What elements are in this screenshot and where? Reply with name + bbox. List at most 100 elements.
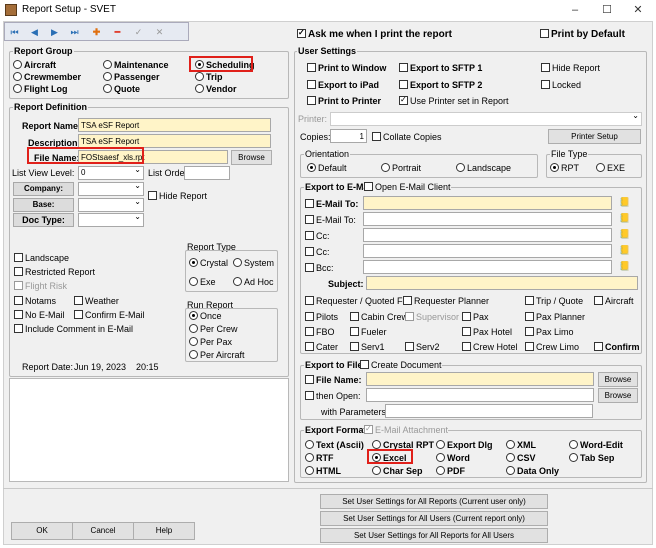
radio-orient-portrait[interactable]: Portrait <box>381 163 421 173</box>
radio-per-crew[interactable]: Per Crew <box>189 324 238 334</box>
no-email-checkbox[interactable]: No E-Mail <box>14 310 65 320</box>
cb-confirm[interactable]: Confirm <box>594 342 640 352</box>
flight-risk-checkbox[interactable]: Flight Risk <box>14 281 67 291</box>
cc1-checkbox[interactable]: Cc: <box>305 231 330 241</box>
cb-fbo[interactable]: FBO <box>305 327 335 337</box>
delete-icon[interactable]: ━ <box>110 25 125 39</box>
print-window-checkbox[interactable]: Print to Window <box>307 63 386 73</box>
doc-type-button[interactable]: Doc Type: <box>13 213 74 227</box>
company-select[interactable] <box>78 180 144 196</box>
maximize-button[interactable]: ☐ <box>597 3 617 17</box>
create-document-checkbox[interactable]: Create Document <box>360 360 442 370</box>
radio-word[interactable]: Word <box>436 453 470 463</box>
open-email-client-checkbox[interactable]: Open E-Mail Client <box>364 182 451 192</box>
radio-rtf[interactable]: RTF <box>305 453 334 463</box>
radio-once[interactable]: Once <box>189 311 222 321</box>
set-all-reports-current-user-button[interactable]: Set User Settings for All Reports (Curre… <box>320 494 548 509</box>
help-button[interactable]: Help <box>133 522 195 540</box>
then-open-checkbox[interactable]: then Open: <box>305 391 361 401</box>
cc2-input[interactable] <box>363 244 612 258</box>
radio-aircraft[interactable]: Aircraft <box>13 60 56 70</box>
radio-flight-log[interactable]: Flight Log <box>13 84 67 94</box>
radio-orient-landscape[interactable]: Landscape <box>456 163 511 173</box>
base-select[interactable] <box>78 196 144 212</box>
address-book-icon[interactable]: 📒 <box>619 213 630 224</box>
radio-exe[interactable]: Exe <box>189 277 216 287</box>
cb-pilots[interactable]: Pilots <box>305 312 338 322</box>
minimize-button[interactable]: – <box>565 3 585 17</box>
then-open-input[interactable] <box>366 388 594 402</box>
ok-button[interactable]: OK <box>11 522 73 540</box>
set-all-users-current-report-button[interactable]: Set User Settings for All Users (Current… <box>320 511 548 526</box>
locked-checkbox[interactable]: Locked <box>541 80 581 90</box>
cb-aircraft[interactable]: Aircraft <box>594 296 634 306</box>
ask-print-checkbox[interactable]: Ask me when I print the report <box>297 28 452 40</box>
radio-maintenance[interactable]: Maintenance <box>103 60 169 70</box>
radio-pdf[interactable]: PDF <box>436 466 465 476</box>
export-file-name-input[interactable] <box>366 372 594 386</box>
cb-pax-limo[interactable]: Pax Limo <box>525 327 574 337</box>
comment-area[interactable] <box>9 378 289 482</box>
collate-checkbox[interactable]: Collate Copies <box>372 132 442 142</box>
radio-html[interactable]: HTML <box>305 466 341 476</box>
radio-system[interactable]: System <box>233 258 274 268</box>
address-book-icon[interactable]: 📒 <box>619 245 630 256</box>
email-to2-input[interactable] <box>363 212 612 226</box>
last-icon[interactable]: ⏭ <box>67 25 82 39</box>
cb-pax[interactable]: Pax <box>462 312 489 322</box>
radio-csv[interactable]: CSV <box>506 453 536 463</box>
radio-tab-sep[interactable]: Tab Sep <box>569 453 614 463</box>
first-icon[interactable]: ⏮ <box>7 25 22 39</box>
radio-rpt[interactable]: RPT <box>550 163 579 173</box>
radio-trip[interactable]: Trip <box>195 72 223 82</box>
notams-checkbox[interactable]: Notams <box>14 296 56 306</box>
company-button[interactable]: Company: <box>13 182 74 196</box>
save-icon[interactable]: ✓ <box>131 25 146 39</box>
radio-data-only[interactable]: Data Only <box>506 466 559 476</box>
file-name-checkbox[interactable]: File Name: <box>305 375 362 385</box>
print-default-checkbox[interactable]: Print by Default <box>540 29 625 40</box>
export-file-browse-button[interactable]: Browse <box>598 372 638 387</box>
cb-cabin-crew[interactable]: Cabin Crew <box>350 312 408 322</box>
email-to2-checkbox[interactable]: E-Mail To: <box>305 215 356 225</box>
radio-exe-file[interactable]: EXE <box>596 163 625 173</box>
cb-fueler[interactable]: Fueler <box>350 327 387 337</box>
print-printer-checkbox[interactable]: Print to Printer <box>307 96 381 106</box>
radio-passenger[interactable]: Passenger <box>103 72 160 82</box>
radio-xml[interactable]: XML <box>506 440 536 450</box>
list-order-input[interactable] <box>184 166 230 180</box>
set-all-reports-all-users-button[interactable]: Set User Settings for All Reports for Al… <box>320 528 548 543</box>
then-open-browse-button[interactable]: Browse <box>598 388 638 403</box>
cb-crew-hotel[interactable]: Crew Hotel <box>462 342 518 352</box>
address-book-icon[interactable]: 📒 <box>619 261 630 272</box>
cc1-input[interactable] <box>363 228 612 242</box>
copies-input[interactable]: 1 <box>330 129 367 143</box>
radio-per-aircraft[interactable]: Per Aircraft <box>189 350 245 360</box>
browse-button[interactable]: Browse <box>231 150 272 165</box>
cb-cater[interactable]: Cater <box>305 342 338 352</box>
printer-select[interactable] <box>330 110 642 126</box>
cb-supervisor[interactable]: Supervisor <box>405 312 459 322</box>
radio-text-ascii[interactable]: Text (Ascii) <box>305 440 364 450</box>
radio-char-sep[interactable]: Char Sep <box>372 466 423 476</box>
export-sftp2-checkbox[interactable]: Export to SFTP 2 <box>399 80 482 90</box>
cb-crew-limo[interactable]: Crew Limo <box>525 342 579 352</box>
cb-requester-planner[interactable]: Requester Planner <box>403 296 489 306</box>
add-icon[interactable]: ✚ <box>89 25 104 39</box>
print-default-check[interactable] <box>540 29 549 38</box>
cb-trip-quote[interactable]: Trip / Quote <box>525 296 583 306</box>
bcc-input[interactable] <box>363 260 612 274</box>
include-comment-checkbox[interactable]: Include Comment in E-Mail <box>14 324 133 334</box>
cb-serv2[interactable]: Serv2 <box>405 342 440 352</box>
radio-crewmember[interactable]: Crewmember <box>13 72 81 82</box>
cancel-button[interactable]: Cancel <box>72 522 134 540</box>
cb-pax-hotel[interactable]: Pax Hotel <box>462 327 512 337</box>
cc2-checkbox[interactable]: Cc: <box>305 247 330 257</box>
radio-crystal[interactable]: Crystal <box>189 258 228 268</box>
email-to1-checkbox[interactable]: E-Mail To: <box>305 199 358 209</box>
with-parameters-input[interactable] <box>385 404 593 418</box>
report-name-input[interactable]: TSA eSF Report <box>78 118 271 132</box>
weather-checkbox[interactable]: Weather <box>74 296 119 306</box>
user-hide-report-checkbox[interactable]: Hide Report <box>541 63 600 73</box>
radio-adhoc[interactable]: Ad Hoc <box>233 277 274 287</box>
